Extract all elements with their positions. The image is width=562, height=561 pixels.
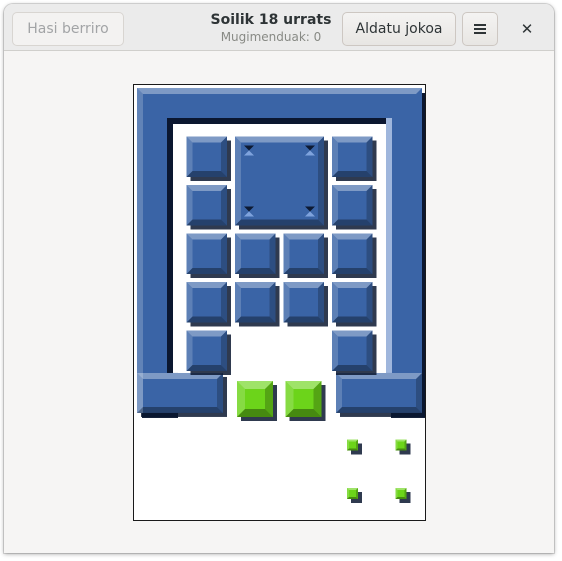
change-game-button[interactable]: Aldatu jokoa xyxy=(342,12,456,46)
moves-counter: Mugimenduak: 0 xyxy=(220,30,322,44)
sliding-block[interactable] xyxy=(186,136,228,178)
header-bar: Hasi berriro Soilik 18 urrats Mugimendua… xyxy=(4,4,554,51)
game-board[interactable] xyxy=(133,84,426,521)
window-title: Soilik 18 urrats xyxy=(210,12,332,28)
hamburger-menu-icon xyxy=(474,24,486,34)
restart-button[interactable]: Hasi berriro xyxy=(12,12,124,46)
sliding-block[interactable] xyxy=(283,282,325,323)
sliding-block[interactable] xyxy=(332,233,373,275)
sliding-block[interactable] xyxy=(283,233,325,275)
title-block: Soilik 18 urrats Mugimenduak: 0 xyxy=(184,11,358,45)
close-button[interactable]: ✕ xyxy=(510,12,544,46)
app-window: Hasi berriro Soilik 18 urrats Mugimendua… xyxy=(4,4,554,553)
sliding-block[interactable] xyxy=(235,233,276,275)
sliding-block[interactable] xyxy=(186,185,228,226)
sliding-block[interactable] xyxy=(332,282,373,323)
sliding-block[interactable] xyxy=(235,282,276,323)
sliding-block[interactable] xyxy=(186,233,228,275)
menu-button[interactable] xyxy=(462,12,498,46)
sliding-block[interactable] xyxy=(332,185,373,226)
sliding-block[interactable] xyxy=(332,136,373,178)
sliding-block[interactable] xyxy=(332,330,373,372)
sliding-block[interactable] xyxy=(186,282,228,323)
sliding-block[interactable] xyxy=(186,330,228,372)
board-canvas[interactable] xyxy=(134,85,425,520)
